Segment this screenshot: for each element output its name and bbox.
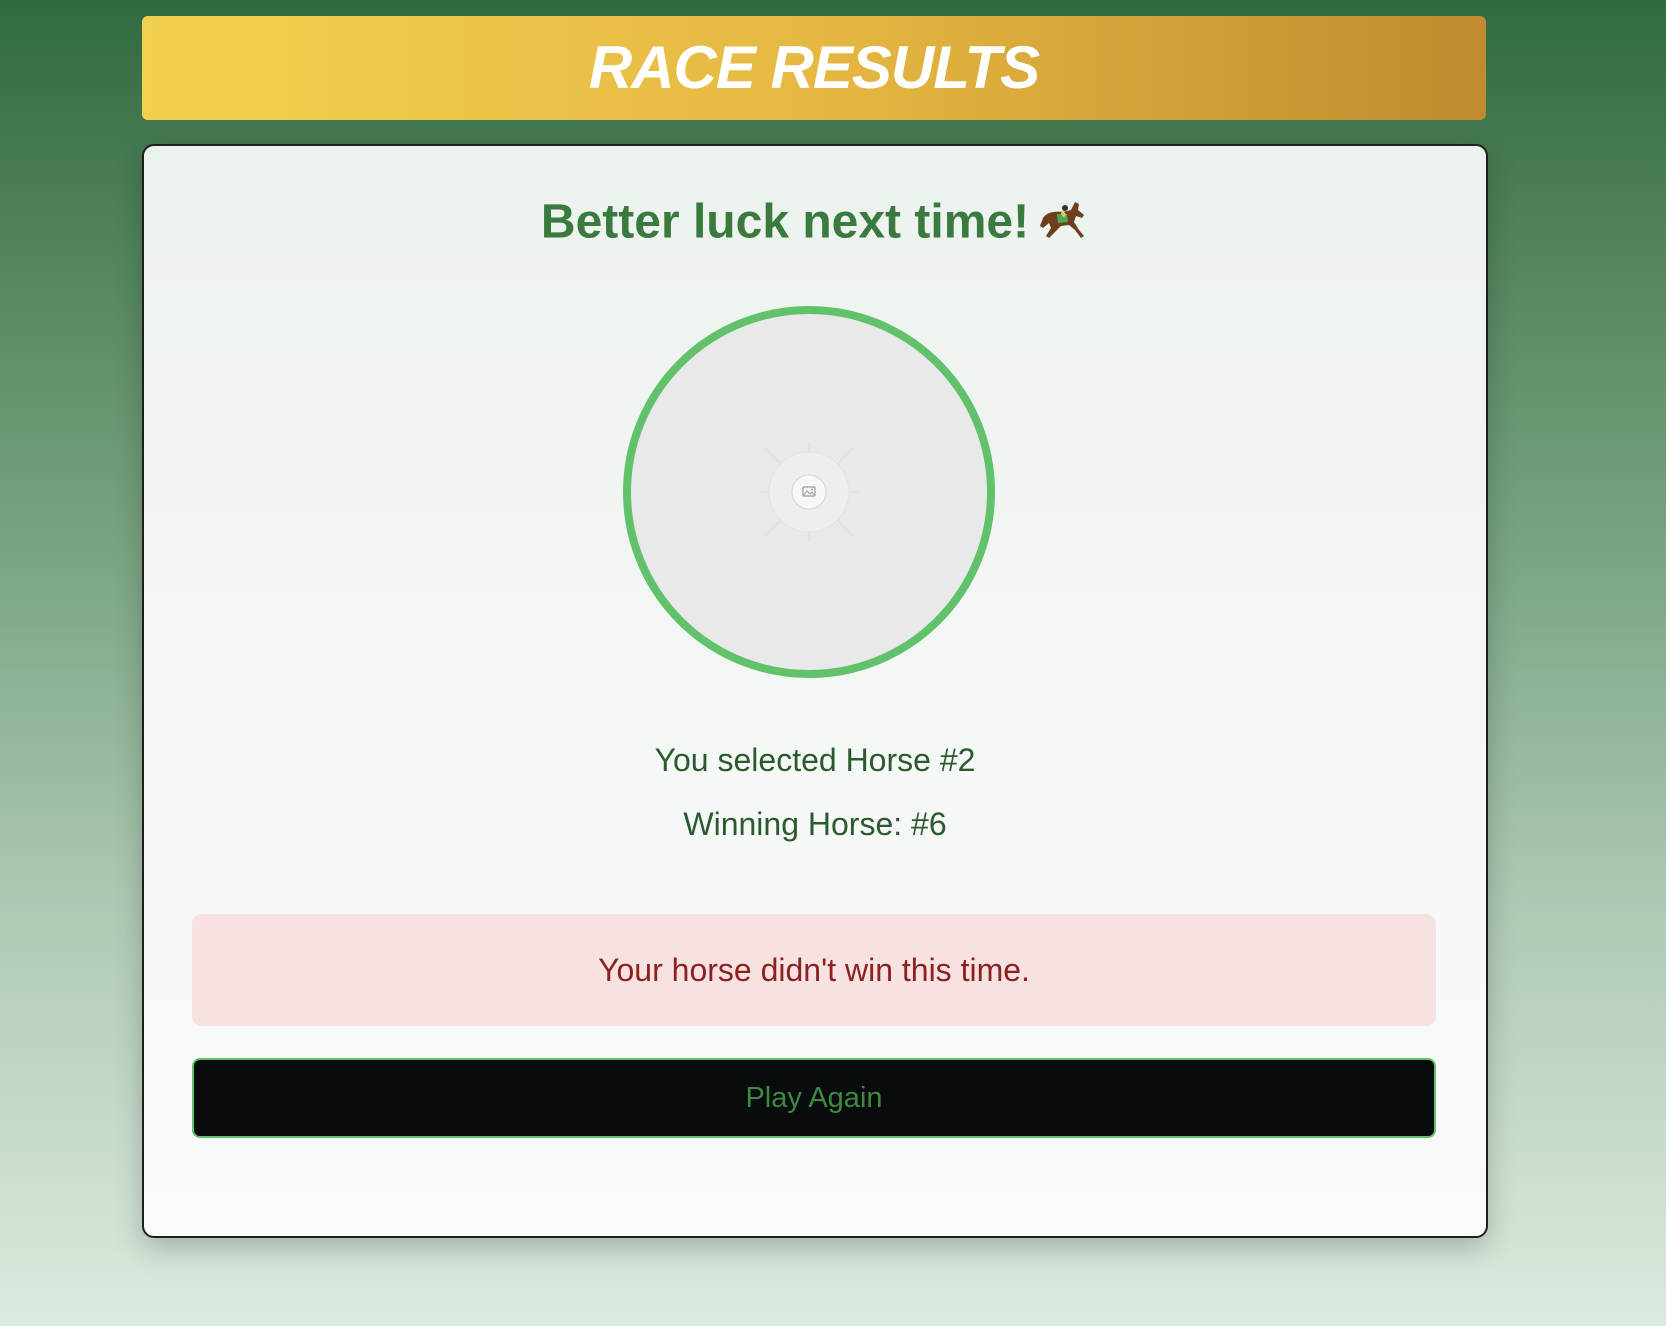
loss-alert: Your horse didn't win this time. xyxy=(192,914,1436,1026)
winning-horse-text: Winning Horse: #6 xyxy=(683,806,947,842)
result-heading-text: Better luck next time! xyxy=(540,195,1030,249)
horse-racing-icon xyxy=(1037,196,1089,254)
selected-horse-text: You selected Horse #2 xyxy=(654,742,976,778)
result-heading: Better luck next time! xyxy=(144,196,1486,254)
play-again-button[interactable]: Play Again xyxy=(192,1058,1436,1138)
results-card: Better luck next time! You selected Hors… xyxy=(142,144,1488,1238)
image-placeholder-icon xyxy=(759,442,859,542)
page-title: RACE RESULTS xyxy=(588,34,1040,101)
results-banner: RACE RESULTS xyxy=(142,16,1486,120)
selected-horse-image xyxy=(623,306,995,678)
loss-alert-text: Your horse didn't win this time. xyxy=(598,951,1030,988)
